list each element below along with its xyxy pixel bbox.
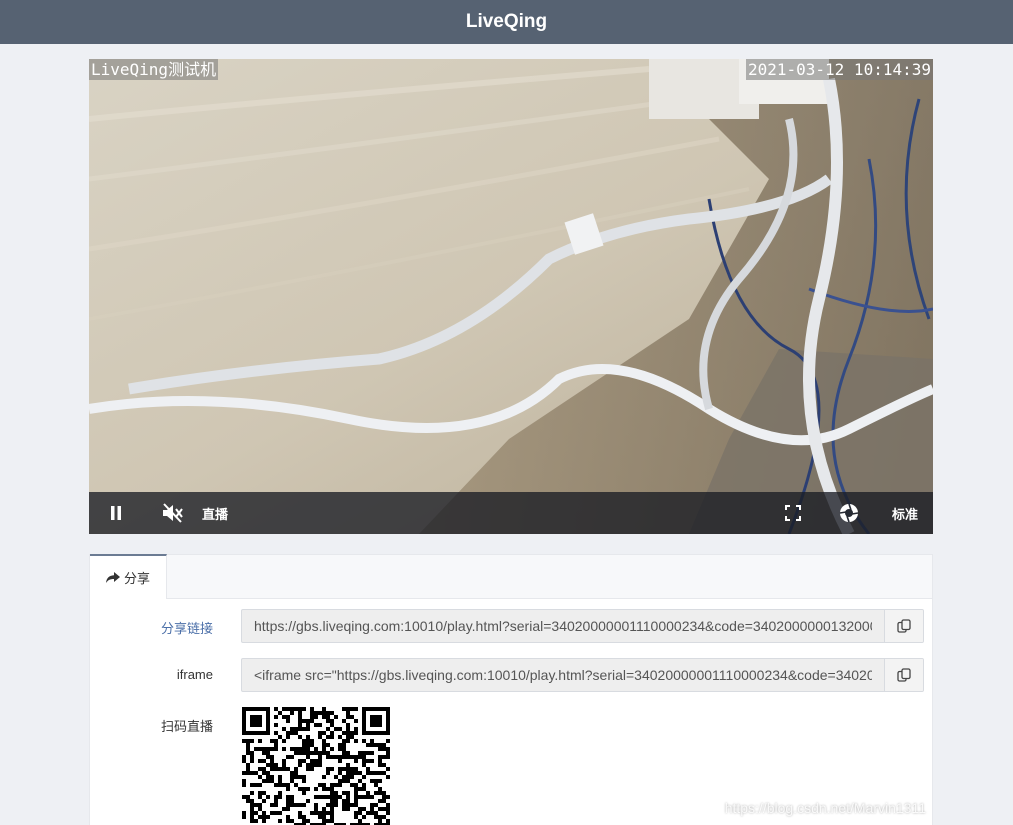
fullscreen-icon [785,505,801,521]
top-bar: LiveQing [0,0,1013,44]
osd-channel-name: LiveQing测试机 [89,59,219,80]
fullscreen-button[interactable] [779,492,807,534]
copy-icon [897,668,911,682]
share-panel: 分享 分享链接 iframe 扫码直播 https://blog.csdn.ne… [89,554,933,825]
panel-tabs: 分享 [90,554,932,599]
pause-icon [111,506,121,520]
share-link-field [241,609,924,643]
snapshot-button[interactable] [835,492,863,534]
video-frame [89,59,933,534]
tab-share[interactable]: 分享 [90,554,167,599]
watermark: https://blog.csdn.net/Marvin1311 [724,800,926,816]
iframe-input[interactable] [242,659,884,691]
share-icon [105,571,120,584]
live-label: 直播 [201,506,228,522]
qr-code [242,707,390,825]
share-link-label: 分享链接 [160,621,213,636]
volume-muted-icon [163,503,183,523]
pause-button[interactable] [101,492,131,534]
iframe-field [241,658,924,692]
share-link-input[interactable] [242,610,884,642]
copy-iframe-button[interactable] [884,659,923,691]
copy-icon [897,619,911,633]
camera-shutter-icon [839,503,859,523]
app-title: LiveQing [465,11,548,32]
quality-button[interactable]: 标准 [885,492,925,534]
player-control-bar: 直播 标准 [89,492,933,534]
quality-label: 标准 [891,506,918,522]
osd-timestamp: 2021-03-12 10:14:39 [745,59,933,80]
qr-live-label: 扫码直播 [160,719,213,734]
qr-code-image [242,707,390,825]
iframe-label: iframe [176,667,213,682]
copy-share-link-button[interactable] [884,610,923,642]
video-player[interactable]: LiveQing测试机 2021-03-12 10:14:39 直播 标准 [89,59,933,534]
live-indicator: 直播 [197,492,233,534]
tab-share-label: 分享 [123,571,150,586]
mute-button[interactable] [157,492,189,534]
